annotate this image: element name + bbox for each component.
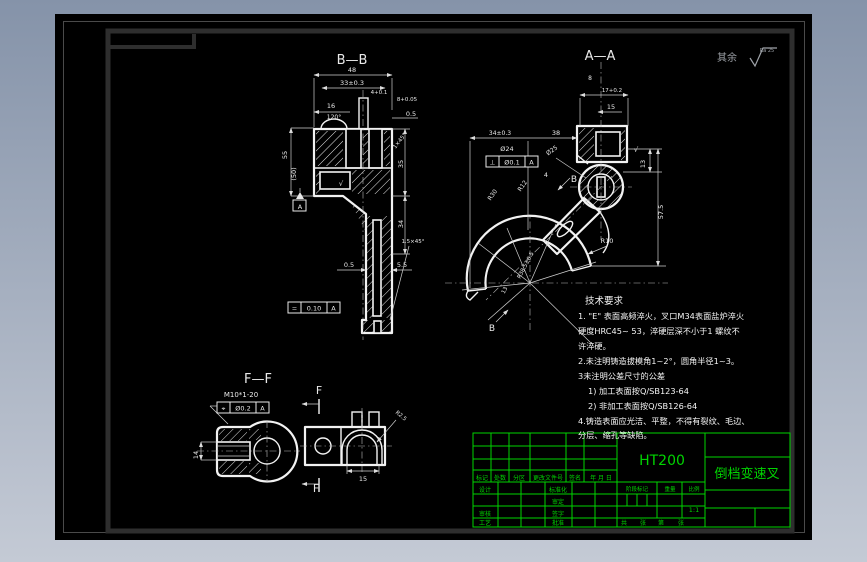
dim-text: 张 [640,519,646,527]
dim-text: √ [634,146,639,154]
cad-application-window: B—B 48 33±0.3 4+0.1 8+0.05 0.5 16 120° 55 (50) 1×4… [0,0,867,562]
dim-text: 分层、缩孔等缺陷。 [578,430,652,440]
dim-text: 张 [678,519,684,527]
dim-text: 48 [348,66,356,74]
dim-text: 第 [658,519,664,527]
dim-text: 许淬硬。 [578,341,611,351]
dim-text: 5.5 [397,261,407,269]
dim-text: 标准化 [549,486,567,494]
dim-text: 35 [397,160,405,168]
fcf-symmetry: = 0.10 A [287,301,341,314]
fcf-cell: = [292,305,297,313]
dim-text: 15 [359,475,367,483]
fcf-cell: A [331,305,336,313]
dim-text: 1. "E" 表面高频淬火，叉口M34表面盐炉淬火 [578,311,744,321]
fcf-cell: 0.10 [307,305,321,313]
scale-value: 1:1 [689,506,699,514]
dim-text: 4.铸造表面应光洁、平整，不得有裂纹、毛边、 [578,416,750,426]
dim-text: 33±0.3 [340,79,364,87]
dim-text: 处数 [494,474,506,482]
fcf-position: ⌖ Ø0.2 A [216,401,270,414]
dim-text: 工艺 [479,519,491,527]
dim-text: Ra 25 [760,48,774,54]
dim-text: 4 [544,171,548,179]
dim-text: 阶段标记 [626,485,649,493]
dim-text: 34±0.3 [489,130,511,137]
dim-text: 8+0.05 [397,97,418,103]
dim-text: 8 [588,75,592,82]
dim-text: 17+0.2 [602,88,622,94]
dim-text: 13 [639,160,647,168]
dim-text: 签字 [552,510,564,518]
dim-text: 比例 [688,485,700,493]
dim-text: 3未注明公差尺寸的公差 [578,371,665,381]
dim-text: (50) [290,167,298,180]
dim-text: 1) 加工表面按Q/SB123-64 [588,386,689,396]
dim-text: 共 [621,519,627,527]
tech-title: 技术要求 [585,295,624,307]
dim-text: 重量 [664,485,676,493]
dim-text: 更改文件号 [533,474,563,482]
view-label-ff: F—F [244,372,272,387]
fcf-cell: A [260,405,265,413]
dim-text: R10 [601,237,614,245]
drawing-canvas: B—B4833±0.34+0.18+0.050.516120°55(50)1×4… [0,0,867,562]
dim-text: Ø24 [500,145,513,153]
dim-text: 120° [327,114,341,121]
dim-text: B [489,324,495,334]
fcf-cell: ⌖ [222,405,226,413]
dim-text: 年 月 日 [590,474,612,482]
dim-text: 0.5 [344,261,354,269]
dim-text: 1.5×45° [401,239,424,245]
dim-text: 2.未注明铸造拔模角1~2°，圆角半径1~3。 [578,356,739,366]
datum-a-label: A [298,203,303,211]
dim-text: 审核 [479,510,491,518]
dim-text: 设计 [479,486,491,494]
dim-text: 分区 [513,474,525,482]
material-label: HT200 [639,453,685,469]
dim-text: 16 [327,102,335,110]
part-name: 倒档变速叉 [714,466,779,482]
dim-text: F [316,384,322,397]
fcf-perpendicularity: ⊥ Ø0.1 A [485,155,539,168]
fcf-cell: ⊥ [490,159,496,167]
dim-text: 15 [607,103,615,111]
dim-text: 审定 [552,498,564,506]
dim-text: √ [339,180,344,188]
dim-text: 57.5 [657,205,665,219]
dim-text: 14 [192,451,200,459]
dim-text: B [571,175,577,185]
dim-text: 2) 非加工表面按Q/SB126-64 [588,401,697,411]
fcf-cell: Ø0.1 [504,159,519,167]
dim-text: 55 [281,151,289,159]
dim-text: 签名 [569,474,581,482]
dim-text: 硬度HRC45~ 53，淬硬层深不小于1 螺纹不 [578,326,740,336]
view-label-aa: A—A [585,49,616,64]
dim-text: 0.5 [406,110,416,118]
model-space [55,14,812,540]
dim-text: 34 [397,220,405,228]
dim-text: F [313,482,319,495]
dim-text: 38 [552,129,560,137]
thread-callout: M10*1-20 [224,391,258,399]
surface-note: 其余 [717,51,737,64]
fcf-cell: Ø0.2 [235,405,250,413]
dim-text: 标记 [476,474,488,482]
dim-text: 4+0.1 [371,90,388,96]
dim-text: 批准 [552,519,564,527]
fcf-cell: A [529,159,534,167]
